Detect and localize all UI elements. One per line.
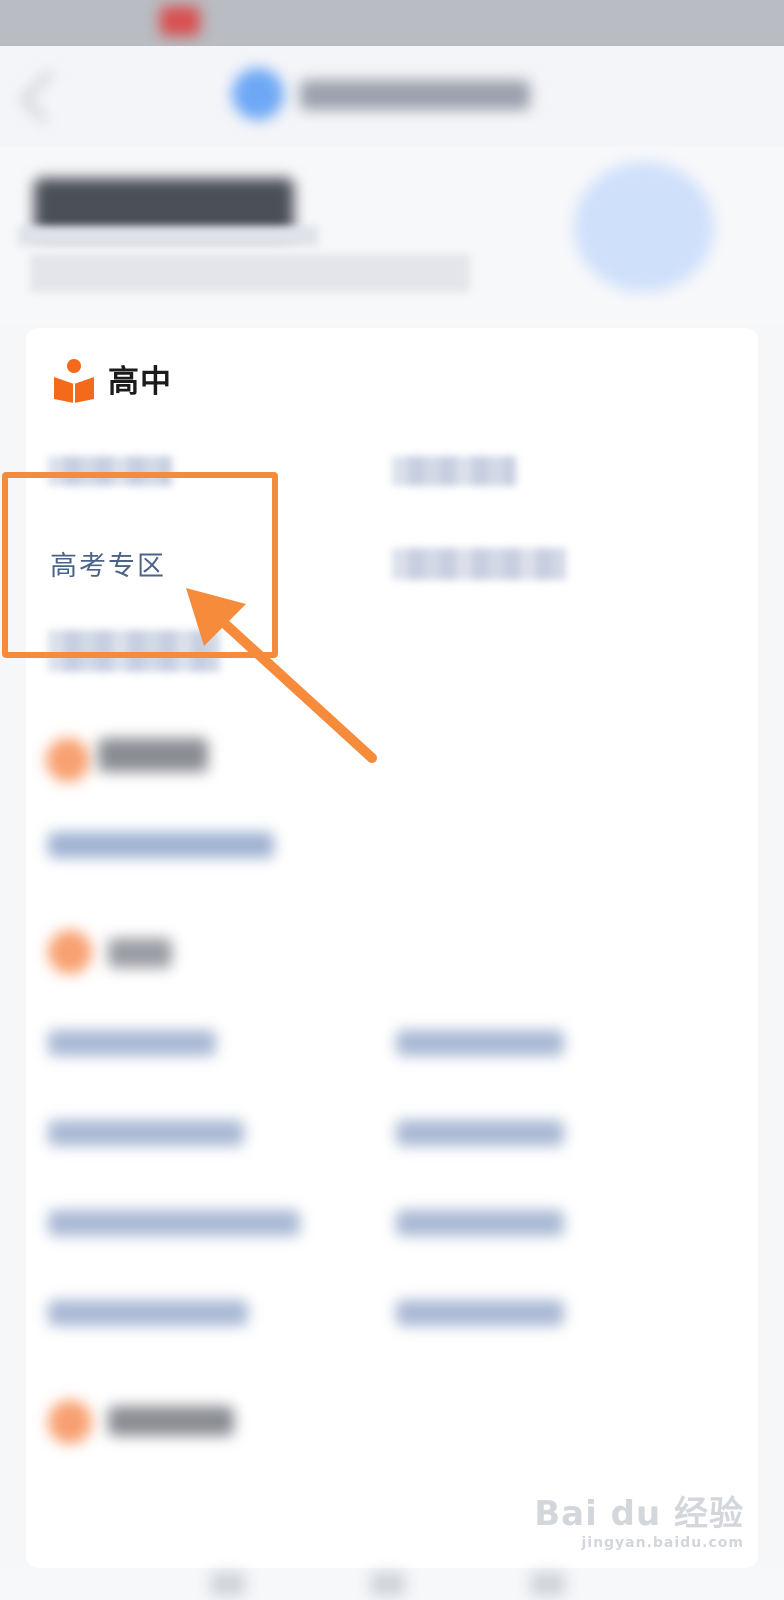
list-item-blurred[interactable] [396,1210,564,1236]
list-item-blurred[interactable] [48,832,274,858]
list-item-blurred[interactable] [48,1120,244,1146]
list-item-blurred[interactable] [48,1030,216,1056]
watermark-brand: Bai du 经验 [534,1494,744,1534]
list-item-blurred[interactable] [396,1030,564,1056]
grid-item-blurred[interactable] [392,548,566,580]
grid-item-blurred[interactable] [392,456,516,486]
top-nav-bar [0,46,784,146]
bottom-nav-item[interactable] [370,1572,406,1596]
highlight-box [2,472,278,658]
section-title-blurred [108,938,172,968]
list-item-blurred[interactable] [396,1300,564,1326]
section-title-blurred [98,738,208,772]
list-item-blurred[interactable] [396,1120,564,1146]
header-line-blurred [18,226,318,246]
section-title-blurred [108,1406,234,1436]
list-item-blurred[interactable] [48,1300,248,1326]
section-icon-blurred [48,930,92,974]
header-illustration [574,162,714,292]
back-icon[interactable] [20,70,73,123]
page-title-blurred [300,80,530,110]
section-header-high-school: 高中 [52,356,172,403]
notification-icon [160,6,200,36]
section-icon-blurred [46,738,90,782]
status-bar [0,0,784,46]
bottom-nav-item[interactable] [210,1572,246,1596]
app-logo-icon [232,68,284,120]
section-title: 高中 [108,364,172,400]
section-icon-blurred [48,1400,92,1444]
header-banner [0,146,784,326]
list-item-blurred[interactable] [48,1210,300,1236]
header-subtitle-blurred [30,254,470,292]
book-reader-icon [52,357,96,403]
bottom-nav-bar [0,1568,784,1600]
watermark-url: jingyan.baidu.com [581,1535,744,1551]
baidu-jingyan-watermark: Bai du 经验 jingyan.baidu.com [534,1486,744,1551]
bottom-nav-item[interactable] [530,1572,566,1596]
